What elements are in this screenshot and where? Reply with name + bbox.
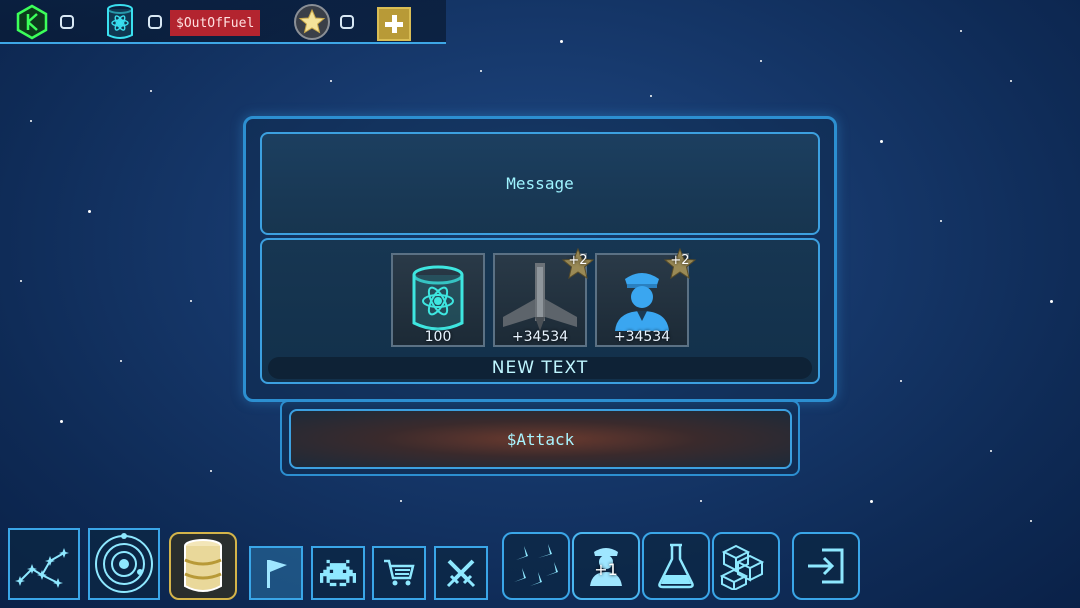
- cubes-icon: [720, 544, 765, 590]
- out-of-fuel-badge: $OutOfFuel: [170, 10, 261, 36]
- nav-exit-button[interactable]: [792, 532, 860, 600]
- flask-icon: [658, 543, 694, 589]
- nav-invader-button[interactable]: [311, 546, 365, 600]
- reward-value: +34534: [613, 329, 671, 345]
- fleet-icon: [514, 544, 558, 586]
- constellation-icon: [15, 548, 69, 588]
- nav-cargo-button[interactable]: [712, 532, 780, 600]
- attack-button[interactable]: $Attack: [289, 409, 792, 469]
- nav-battle-button[interactable]: [434, 546, 488, 600]
- fuel-barrel-icon[interactable]: [100, 4, 140, 40]
- crystal-counter: [60, 15, 74, 29]
- reward-fuel[interactable]: 100: [391, 253, 485, 347]
- exit-icon: [808, 548, 844, 584]
- crystal-icon[interactable]: [12, 4, 52, 40]
- rank-star-badge: +2: [663, 247, 697, 281]
- fuel-counter: [148, 15, 162, 29]
- flag-icon: [267, 560, 287, 588]
- reward-value: +34534: [511, 329, 569, 345]
- solar-system-icon: [95, 533, 153, 593]
- rank-star-badge: +2: [561, 247, 595, 281]
- nav-constellation-button[interactable]: [8, 528, 80, 600]
- star-icon[interactable]: [292, 4, 332, 40]
- cart-icon: [384, 559, 415, 586]
- reward-crew[interactable]: +2 +34534: [595, 247, 697, 347]
- stars-counter: [340, 15, 354, 29]
- message-text: Message: [506, 174, 574, 193]
- nav-crew-button[interactable]: +1: [572, 532, 640, 600]
- nav-shop-button[interactable]: [372, 546, 426, 600]
- nav-research-button[interactable]: [642, 532, 710, 600]
- fuel-barrel-icon: [184, 539, 222, 592]
- add-resources-button[interactable]: [377, 7, 411, 41]
- crew-badge: +1: [594, 560, 618, 579]
- nav-fleet-button[interactable]: [502, 532, 570, 600]
- resource-bar: $OutOfFuel: [0, 0, 446, 44]
- reward-caption: NEW TEXT: [268, 357, 812, 379]
- nav-fuel-button[interactable]: [169, 532, 237, 600]
- reward-value: 100: [424, 329, 452, 345]
- message-panel: Message: [260, 132, 820, 235]
- reward-ship[interactable]: +2 +34534: [493, 247, 595, 347]
- nav-solar-system-button[interactable]: [88, 528, 160, 600]
- space-invader-icon: [320, 559, 356, 587]
- nav-flag-button[interactable]: [249, 546, 303, 600]
- crossed-swords-icon: [446, 559, 476, 588]
